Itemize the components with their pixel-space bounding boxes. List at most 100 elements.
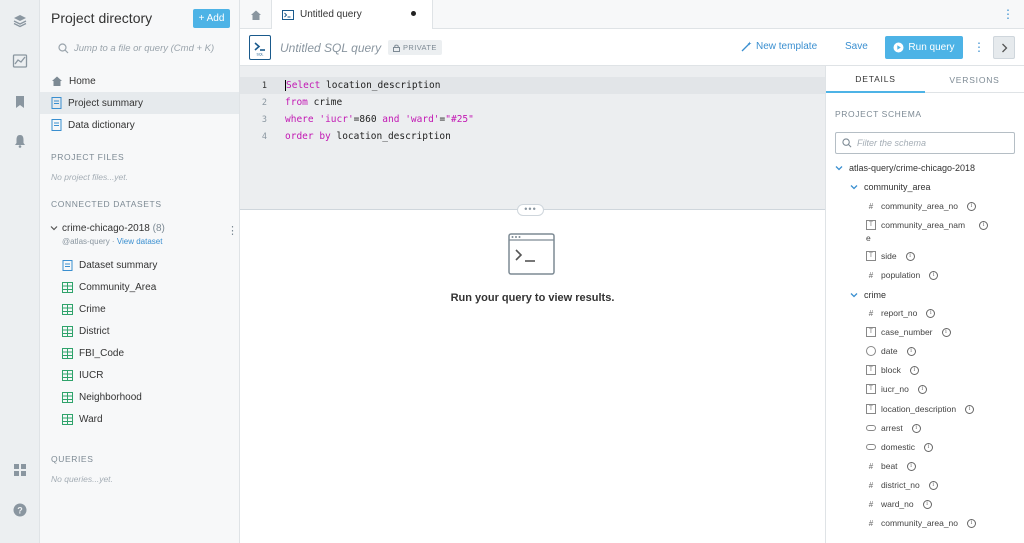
- info-icon[interactable]: i: [906, 346, 916, 356]
- line-number: 3: [261, 114, 267, 125]
- info-icon[interactable]: i: [928, 480, 938, 490]
- tab-details[interactable]: DETAILS: [826, 66, 925, 93]
- nav-project-summary[interactable]: Project summary: [40, 92, 239, 114]
- info-icon[interactable]: i: [924, 442, 934, 452]
- dataset-item[interactable]: Dataset summary: [62, 256, 232, 274]
- chevron-down-icon: [850, 291, 858, 299]
- code-line[interactable]: 3 where 'iucr'=860 and 'ward'="#25": [240, 111, 825, 128]
- activity-icon[interactable]: [12, 53, 28, 69]
- private-badge[interactable]: PRIVATE: [388, 40, 442, 55]
- dataset-meta: @atlas-query · View dataset: [62, 237, 163, 246]
- schema-table[interactable]: crime: [850, 290, 886, 300]
- dataset-item[interactable]: IUCR: [62, 366, 232, 384]
- chevron-down-icon[interactable]: [50, 224, 58, 232]
- dataset-item[interactable]: Crime: [62, 300, 232, 318]
- schema-column[interactable]: Tblock i: [866, 365, 919, 375]
- info-icon[interactable]: i: [917, 384, 927, 394]
- layers-icon[interactable]: [12, 13, 28, 29]
- help-icon[interactable]: ?: [12, 502, 28, 518]
- column-name: community_area_nam: [881, 220, 966, 230]
- schema-column[interactable]: Tcase_number i: [866, 327, 951, 337]
- info-icon[interactable]: i: [967, 518, 977, 528]
- schema-column[interactable]: Tside i: [866, 251, 915, 261]
- schema-root[interactable]: atlas-query/crime-chicago-2018: [835, 163, 975, 173]
- column-name: side: [881, 251, 897, 261]
- schema-column[interactable]: # beat i: [866, 461, 916, 471]
- sql-keyword: from: [285, 97, 308, 108]
- schema-column[interactable]: # community_area_no i: [866, 201, 977, 211]
- code-line[interactable]: 4 order by location_description: [240, 128, 825, 145]
- schema-column[interactable]: Tlocation_description i: [866, 404, 975, 414]
- tab-untitled-query[interactable]: Untitled query: [272, 0, 433, 29]
- sql-editor[interactable]: 1 Select location_description 2 from cri…: [240, 66, 825, 209]
- nav-home[interactable]: Home: [40, 70, 239, 92]
- info-icon[interactable]: i: [922, 499, 932, 509]
- schema-table-label: community_area: [864, 182, 931, 192]
- sql-keyword: where: [285, 114, 314, 125]
- schema-column[interactable]: date i: [866, 346, 916, 356]
- schema-column[interactable]: # ward_no i: [866, 499, 932, 509]
- more-menu-icon[interactable]: ⋮: [1002, 7, 1014, 22]
- info-icon[interactable]: i: [905, 251, 915, 261]
- info-icon[interactable]: i: [906, 461, 916, 471]
- run-query-button[interactable]: Run query: [885, 36, 963, 59]
- schema-root-label: atlas-query/crime-chicago-2018: [849, 163, 976, 173]
- info-icon[interactable]: i: [967, 201, 977, 211]
- toggle-icon: [866, 425, 876, 431]
- collapse-panel-button[interactable]: [993, 36, 1015, 59]
- new-template-button[interactable]: New template: [741, 41, 817, 52]
- code-text: order by location_description: [267, 131, 451, 142]
- column-name: population: [881, 270, 921, 280]
- schema-column[interactable]: arrest i: [866, 423, 921, 433]
- grid-icon[interactable]: [12, 462, 28, 478]
- code-line[interactable]: 2 from crime: [240, 94, 825, 111]
- schema-column[interactable]: domestic i: [866, 442, 934, 452]
- text-type-icon: T: [866, 384, 876, 394]
- dataset-item-label: District: [79, 325, 110, 337]
- new-template-label: New template: [756, 41, 818, 52]
- bell-icon[interactable]: [12, 133, 28, 149]
- table-icon: [62, 303, 73, 315]
- info-icon[interactable]: i: [911, 423, 921, 433]
- svg-text:SQL: SQL: [256, 52, 263, 56]
- info-icon[interactable]: i: [909, 365, 919, 375]
- tab-home[interactable]: [240, 0, 272, 29]
- sql-rest: location_description: [330, 131, 451, 142]
- add-button[interactable]: + Add: [193, 9, 230, 28]
- dataset-name[interactable]: crime-chicago-2018 (8): [62, 223, 165, 234]
- query-more-icon[interactable]: ⋮: [973, 40, 985, 54]
- schema-column[interactable]: # population i: [866, 270, 939, 280]
- resize-handle[interactable]: •••: [517, 204, 544, 216]
- bookmark-icon[interactable]: [12, 94, 28, 110]
- schema-column[interactable]: Tiucr_no i: [866, 384, 927, 394]
- dataset-menu-icon[interactable]: ⋮: [227, 226, 238, 237]
- schema-column[interactable]: Tcommunity_area_nam i: [866, 220, 989, 230]
- dataset-item[interactable]: Ward: [62, 410, 232, 428]
- schema-column[interactable]: # community_area_no i: [866, 518, 977, 528]
- nav-data-dictionary[interactable]: Data dictionary: [40, 114, 239, 136]
- schema-filter-input[interactable]: Filter the schema: [835, 132, 1015, 154]
- info-icon[interactable]: i: [979, 220, 989, 230]
- info-icon[interactable]: i: [941, 327, 951, 337]
- tab-versions[interactable]: VERSIONS: [925, 66, 1024, 93]
- unsaved-dot-icon: [411, 11, 416, 16]
- info-icon[interactable]: i: [965, 404, 975, 414]
- text-type-icon: T: [866, 251, 876, 261]
- view-dataset-link[interactable]: View dataset: [117, 237, 163, 246]
- dataset-item[interactable]: Neighborhood: [62, 388, 232, 406]
- schema-column[interactable]: # report_no i: [866, 308, 936, 318]
- query-title[interactable]: Untitled SQL query: [280, 41, 381, 55]
- schema-table[interactable]: community_area: [850, 182, 931, 192]
- schema-column[interactable]: # district_no i: [866, 480, 938, 490]
- info-icon[interactable]: i: [926, 308, 936, 318]
- info-icon[interactable]: i: [929, 270, 939, 280]
- save-button[interactable]: Save: [845, 41, 868, 52]
- code-line[interactable]: 1 Select location_description: [240, 77, 825, 94]
- dataset-item[interactable]: FBI_Code: [62, 344, 232, 362]
- sql-keyword: Select: [286, 80, 321, 91]
- filter-placeholder: Filter the schema: [857, 138, 927, 148]
- dataset-item[interactable]: Community_Area: [62, 278, 232, 296]
- dataset-item[interactable]: District: [62, 322, 232, 340]
- sql-string: 'ward': [405, 114, 440, 125]
- jump-search[interactable]: Jump to a file or query (Cmd + K): [58, 41, 236, 55]
